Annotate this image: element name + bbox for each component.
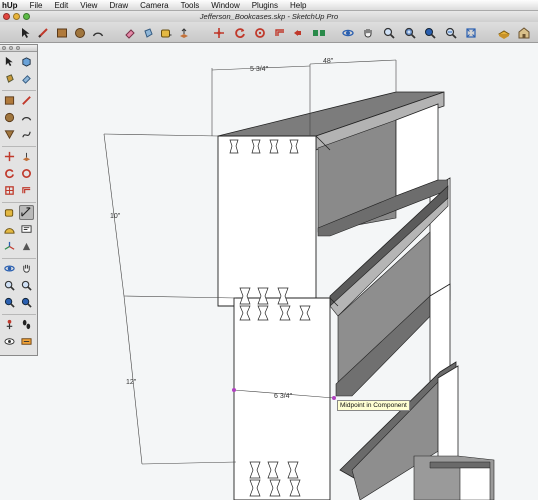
pan-icon[interactable]	[19, 261, 34, 276]
polygon-icon[interactable]	[2, 127, 17, 142]
tape-measure-icon[interactable]	[2, 205, 17, 220]
walk-icon[interactable]	[19, 317, 34, 332]
rotate-icon[interactable]	[2, 166, 17, 181]
circle-icon[interactable]	[72, 25, 87, 40]
inference-point-right	[332, 396, 336, 400]
zoom-extents-icon[interactable]	[422, 25, 437, 40]
offset-icon[interactable]	[272, 25, 287, 40]
component-icon[interactable]	[19, 54, 34, 69]
look-around-icon[interactable]	[2, 334, 17, 349]
tool-palette	[0, 44, 38, 356]
main-toolbar	[0, 22, 538, 43]
rectangle-icon[interactable]	[2, 93, 17, 108]
warehouse-icon[interactable]	[516, 25, 531, 40]
paint-bucket-icon[interactable]	[2, 71, 17, 86]
scale-icon[interactable]	[2, 183, 17, 198]
dim-label-depth-top: 5 3/4"	[250, 66, 269, 73]
window-title: Jefferson_Bookcases.skp - SketchUp Pro	[199, 12, 339, 21]
model-viewport[interactable]: 5 3/4" 48" 10" 12" 6 3/4" Midpoint in Co…	[0, 43, 538, 500]
inference-point-left	[232, 388, 236, 392]
zoom-icon[interactable]	[2, 278, 17, 293]
follow-me-icon[interactable]	[252, 25, 267, 40]
dim-label-depth-mid: 6 3/4"	[274, 393, 293, 400]
rotate-icon[interactable]	[232, 25, 247, 40]
dim-label-height-upper: 10"	[110, 213, 121, 220]
model-drawing: 5 3/4" 48" 10" 12" 6 3/4"	[103, 58, 495, 500]
menu-draw[interactable]: Draw	[103, 0, 134, 11]
move-icon[interactable]	[211, 25, 226, 40]
bottom-side-panel	[459, 467, 491, 500]
rectangle-icon[interactable]	[54, 25, 69, 40]
dim-label-width-top: 48"	[323, 58, 334, 65]
menu-camera[interactable]: Camera	[134, 0, 174, 11]
app-menu[interactable]: hUp	[0, 0, 24, 11]
camera-view-icon[interactable]	[311, 25, 326, 40]
dimension-icon[interactable]	[19, 205, 34, 220]
tape-measure-icon[interactable]	[158, 25, 173, 40]
eraser-icon[interactable]	[122, 25, 137, 40]
move-icon[interactable]	[2, 149, 17, 164]
menu-help[interactable]: Help	[284, 0, 312, 11]
title-bar: Jefferson_Bookcases.skp - SketchUp Pro	[0, 11, 538, 22]
text-icon[interactable]	[19, 222, 34, 237]
arc-icon[interactable]	[90, 25, 105, 40]
sketchup-window: hUp File Edit View Draw Camera Tools Win…	[0, 0, 538, 500]
zoom-icon[interactable]	[381, 25, 396, 40]
menu-window[interactable]: Window	[205, 0, 245, 11]
menu-tools[interactable]: Tools	[175, 0, 206, 11]
position-camera-icon[interactable]	[2, 317, 17, 332]
inference-tooltip: Midpoint in Component	[337, 400, 410, 411]
pan-icon[interactable]	[360, 25, 375, 40]
left-side-panel-upper	[217, 135, 317, 307]
circle-icon[interactable]	[2, 110, 17, 125]
3d-text-icon[interactable]	[19, 239, 34, 254]
select-icon[interactable]	[2, 54, 17, 69]
select-icon[interactable]	[18, 25, 33, 40]
zoom-extents-icon[interactable]	[2, 295, 17, 310]
freehand-icon[interactable]	[19, 127, 34, 142]
menu-edit[interactable]: Edit	[48, 0, 74, 11]
axes-icon[interactable]	[2, 239, 17, 254]
pencil-line-icon[interactable]	[35, 25, 50, 40]
menu-view[interactable]: View	[74, 0, 103, 11]
previous-icon[interactable]	[19, 295, 34, 310]
push-pull-icon[interactable]	[176, 25, 191, 40]
orbit-icon[interactable]	[292, 25, 307, 40]
protractor-icon[interactable]	[2, 222, 17, 237]
follow-me-icon[interactable]	[19, 166, 34, 181]
offset-icon[interactable]	[19, 183, 34, 198]
menu-file[interactable]: File	[24, 0, 49, 11]
orbit-icon[interactable]	[2, 261, 17, 276]
zoom-window-icon[interactable]	[19, 278, 34, 293]
zoom-fit-icon[interactable]	[463, 25, 478, 40]
paint-bucket-icon[interactable]	[140, 25, 155, 40]
push-pull-icon[interactable]	[19, 149, 34, 164]
menu-bar: hUp File Edit View Draw Camera Tools Win…	[0, 0, 538, 11]
arc-icon[interactable]	[19, 110, 34, 125]
dim-label-height-lower: 12"	[126, 379, 137, 386]
orbit-tool-icon[interactable]	[340, 25, 355, 40]
menu-plugins[interactable]: Plugins	[246, 0, 284, 11]
palette-title-bar[interactable]	[0, 45, 37, 52]
bottom-shelf-edge	[429, 461, 491, 469]
line-icon[interactable]	[19, 93, 34, 108]
components-icon[interactable]	[496, 25, 511, 40]
zoom-window-icon[interactable]	[402, 25, 417, 40]
eraser-icon[interactable]	[19, 71, 34, 86]
section-plane-icon[interactable]	[19, 334, 34, 349]
previous-view-icon[interactable]	[443, 25, 458, 40]
